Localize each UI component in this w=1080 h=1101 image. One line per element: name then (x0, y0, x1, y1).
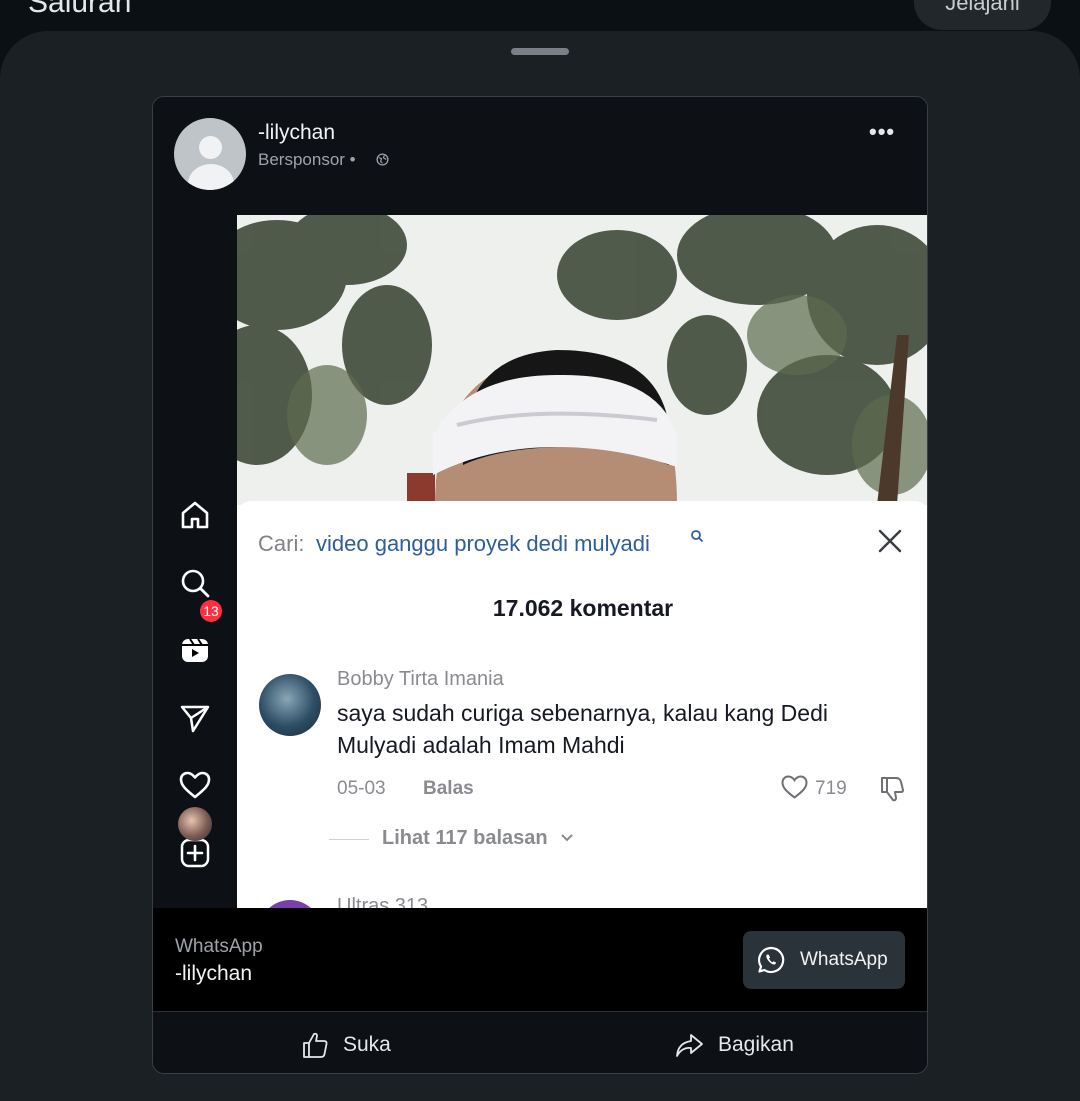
commenter-name[interactable]: Bobby Tirta Imania (337, 668, 504, 691)
home-icon[interactable] (177, 497, 213, 533)
comment-date: 05-03 (337, 778, 386, 799)
dislike-icon[interactable] (878, 773, 908, 803)
view-replies-link[interactable]: Lihat 117 balasan (382, 827, 548, 850)
search-icon[interactable] (177, 565, 213, 601)
share-label: Bagikan (718, 1033, 794, 1056)
video-scene-image (237, 215, 927, 505)
post-media[interactable]: 13 Cari: video ganggu proyek dedi mulyad… (153, 215, 927, 908)
sponsored-post-card: -lilychan Bersponsor • ••• 13 Cari: vide… (152, 96, 928, 1074)
app-sidebar: 13 (153, 215, 237, 908)
more-options-icon[interactable]: ••• (869, 119, 895, 145)
messages-badge: 13 (200, 600, 222, 622)
sponsored-label: Bersponsor • (258, 150, 356, 170)
share-arrow-icon (676, 1034, 703, 1057)
post-header: -lilychan Bersponsor • ••• (153, 97, 927, 215)
explore-button[interactable]: Jelajahi (914, 0, 1051, 30)
reply-button[interactable]: Balas (423, 778, 474, 800)
comment-text: saya sudah curiga sebenarnya, kalau kang… (337, 700, 828, 758)
like-label: Suka (343, 1033, 391, 1056)
heart-icon[interactable] (177, 767, 213, 803)
share-button[interactable]: Bagikan (674, 1012, 824, 1073)
cta-account-name: -lilychan (175, 962, 253, 985)
like-heart-icon[interactable] (780, 773, 809, 800)
separator-dot: • (349, 150, 356, 169)
cta-app-label: WhatsApp (175, 936, 263, 957)
comment-count: 17.062 komentar (492, 595, 674, 621)
account-avatar[interactable] (174, 118, 246, 190)
thumbs-up-icon (303, 1032, 328, 1058)
next-commenter-avatar[interactable] (259, 900, 321, 908)
direct-messages-icon[interactable] (177, 699, 213, 735)
whatsapp-icon (758, 946, 785, 974)
commenter-avatar[interactable] (259, 674, 321, 736)
reels-icon[interactable] (177, 632, 213, 668)
like-count: 719 (815, 778, 847, 799)
search-small-icon (691, 530, 704, 543)
chevron-down-icon[interactable] (559, 830, 575, 846)
search-prefix-label: Cari: (258, 531, 305, 556)
sponsored-text: Bersponsor (258, 150, 345, 169)
globe-icon (376, 153, 389, 166)
top-bar: Saluran Jelajahi (0, 0, 1080, 34)
account-name[interactable]: -lilychan (258, 121, 335, 145)
comments-panel: Cari: video ganggu proyek dedi mulyadi 1… (237, 501, 927, 908)
page-title: Saluran (28, 0, 132, 19)
sheet-drag-handle[interactable] (511, 48, 569, 55)
whatsapp-button-label: WhatsApp (800, 949, 888, 970)
whatsapp-button[interactable]: WhatsApp (743, 931, 905, 989)
replies-divider (329, 839, 369, 840)
post-actions-bar: Suka Bagikan (153, 1011, 927, 1073)
close-icon[interactable] (877, 528, 903, 554)
profile-avatar[interactable] (178, 807, 212, 841)
call-to-action-bar: WhatsApp -lilychan WhatsApp (153, 908, 927, 1011)
search-suggestion-link[interactable]: video ganggu proyek dedi mulyadi (316, 531, 650, 557)
next-commenter-name[interactable]: Ultras 313 (337, 895, 428, 908)
like-button[interactable]: Suka (300, 1012, 420, 1073)
video-frame[interactable]: Cari: video ganggu proyek dedi mulyadi 1… (237, 215, 927, 908)
